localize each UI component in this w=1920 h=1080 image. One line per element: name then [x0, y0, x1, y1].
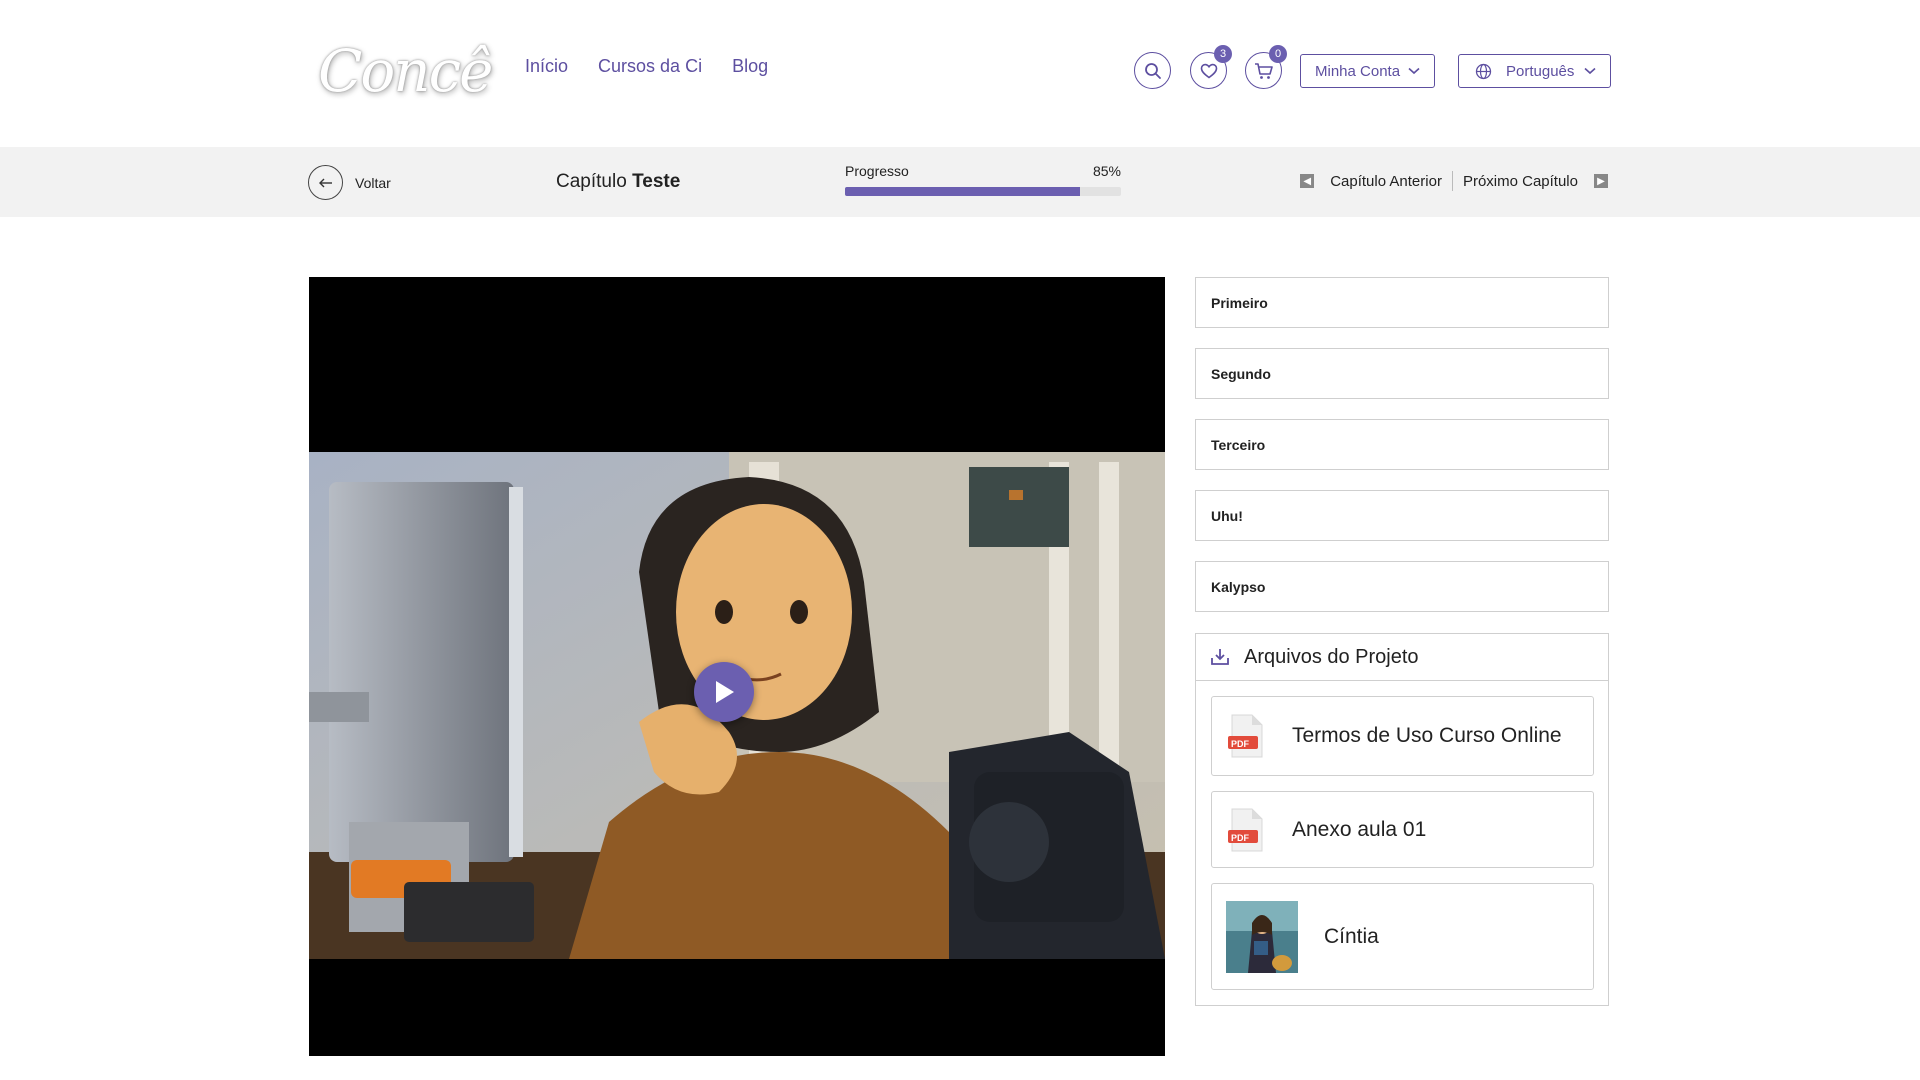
lesson-item[interactable]: Segundo [1195, 348, 1609, 399]
video-player[interactable] [309, 277, 1165, 1056]
download-icon [1211, 649, 1229, 665]
arrow-left-square-icon: ◀ [1300, 174, 1315, 188]
search-icon [1144, 62, 1161, 79]
chapter-title: Capítulo Teste [556, 171, 680, 193]
arrow-left-icon [318, 178, 332, 187]
lesson-item[interactable]: Uhu! [1195, 490, 1609, 541]
chapter-bar: Voltar Capítulo Teste Progresso 85% ◀ Ca… [0, 147, 1920, 217]
project-files-title: Arquivos do Projeto [1244, 645, 1419, 668]
nav-inicio[interactable]: Início [525, 56, 568, 77]
back-button[interactable]: Voltar [308, 165, 391, 200]
cart-icon [1254, 62, 1273, 79]
nav-cursos[interactable]: Cursos da Ci [598, 56, 702, 77]
previous-chapter-label: Capítulo Anterior [1330, 172, 1442, 190]
site-header: Concê Início Cursos da Ci Blog 3 0 Minha… [0, 0, 1920, 147]
progress-track [845, 187, 1121, 196]
chevron-down-icon [1408, 67, 1420, 75]
back-circle [308, 165, 343, 200]
chapter-prefix: Capítulo [556, 171, 627, 192]
next-chapter-label: Próximo Capítulo [1462, 172, 1578, 190]
account-label: Minha Conta [1315, 62, 1401, 80]
wishlist-button[interactable]: 3 [1190, 45, 1232, 89]
chapter-navigation: ◀ Capítulo Anterior Próximo Capítulo ▶ [1300, 171, 1608, 191]
chapter-name: Teste [632, 171, 681, 192]
chevron-down-icon [1584, 67, 1596, 75]
pdf-file-icon: PDF [1228, 714, 1264, 758]
nav-blog[interactable]: Blog [732, 56, 768, 77]
language-dropdown[interactable]: Português [1458, 54, 1612, 88]
file-item[interactable]: Cíntia [1211, 883, 1594, 990]
progress-label: Progresso [845, 163, 909, 179]
lesson-item[interactable]: Primeiro [1195, 277, 1609, 328]
lesson-item[interactable]: Kalypso [1195, 561, 1609, 612]
progress-fill [845, 187, 1080, 196]
back-label: Voltar [355, 174, 391, 191]
main-nav: Início Cursos da Ci Blog [525, 56, 768, 77]
cart-button[interactable]: 0 [1245, 45, 1287, 89]
pdf-badge-text: PDF [1231, 832, 1249, 843]
file-item[interactable]: PDF Termos de Uso Curso Online [1211, 696, 1594, 776]
search-button[interactable] [1134, 52, 1171, 89]
play-button[interactable] [694, 662, 754, 722]
wishlist-count-badge: 3 [1214, 45, 1232, 63]
lesson-item[interactable]: Terceiro [1195, 419, 1609, 470]
project-files-panel: Arquivos do Projeto PDF Termos de Uso Cu… [1195, 633, 1609, 1006]
file-item[interactable]: PDF Anexo aula 01 [1211, 791, 1594, 868]
progress-percent: 85% [1092, 163, 1121, 179]
file-name: Anexo aula 01 [1292, 817, 1427, 841]
image-thumbnail [1226, 900, 1298, 973]
language-label: Português [1506, 62, 1575, 80]
pdf-file-icon: PDF [1228, 808, 1264, 852]
play-icon [716, 681, 734, 703]
logo-text: Concê [318, 37, 493, 105]
heart-icon [1200, 63, 1217, 78]
progress-block: Progresso 85% [845, 163, 1121, 196]
previous-chapter-button[interactable]: ◀ Capítulo Anterior [1300, 173, 1442, 190]
file-name: Termos de Uso Curso Online [1292, 724, 1562, 747]
divider [1451, 171, 1453, 191]
pdf-badge-text: PDF [1231, 739, 1249, 749]
logo[interactable]: Concê [318, 26, 493, 116]
cart-count-badge: 0 [1269, 45, 1287, 63]
globe-icon [1475, 63, 1492, 79]
project-files-header: Arquivos do Projeto [1196, 634, 1608, 681]
arrow-right-square-icon: ▶ [1594, 174, 1608, 188]
file-name: Cíntia [1324, 924, 1379, 948]
next-chapter-button[interactable]: Próximo Capítulo ▶ [1463, 173, 1608, 190]
account-dropdown[interactable]: Minha Conta [1300, 54, 1436, 88]
lesson-list: Primeiro Segundo Terceiro Uhu! Kalypso [1195, 277, 1609, 632]
